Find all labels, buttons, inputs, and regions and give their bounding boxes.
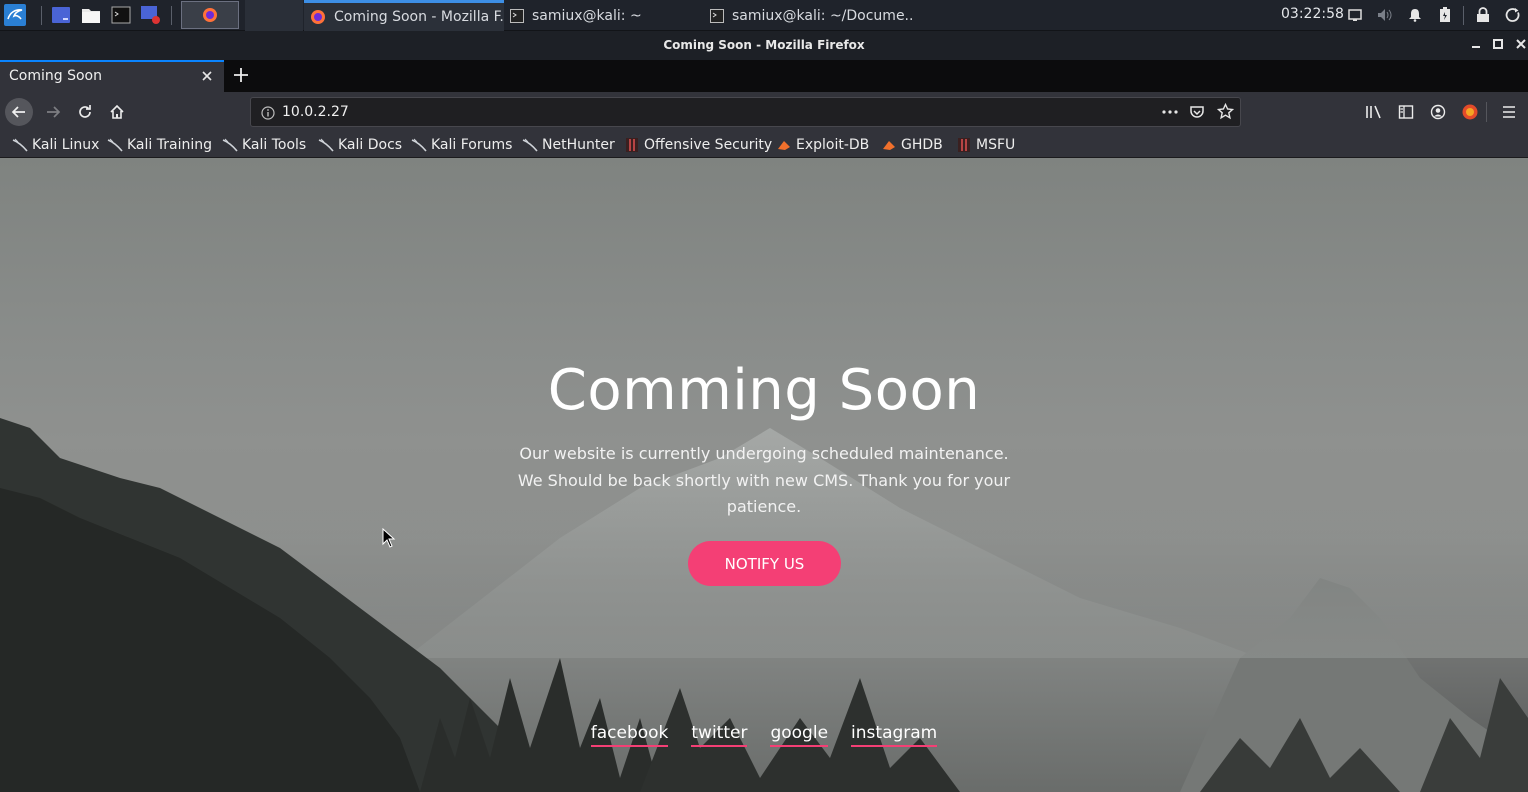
- terminal-icon: [710, 8, 724, 23]
- bookmark-ghdb[interactable]: GHDB: [881, 135, 943, 155]
- twitter-link[interactable]: twitter: [691, 723, 748, 747]
- tab-label: Coming Soon: [9, 68, 102, 84]
- toolbar-separator: [1486, 102, 1487, 122]
- bookmark-label: Offensive Security: [644, 137, 773, 153]
- url-text[interactable]: 10.0.2.27: [282, 104, 349, 120]
- power-icon[interactable]: [1504, 6, 1522, 24]
- bookmark-label: Kali Tools: [242, 137, 307, 153]
- kali-dragon-icon: [12, 137, 28, 153]
- kali-dragon-icon: [522, 137, 538, 153]
- maintenance-message: Our website is currently undergoing sche…: [517, 444, 1011, 516]
- bookmark-label: Kali Training: [127, 137, 212, 153]
- bookmarks-toolbar: Kali Linux Kali Training Kali Tools Kali…: [0, 132, 1528, 158]
- instagram-link[interactable]: instagram: [851, 723, 938, 747]
- mouse-cursor-icon: [382, 528, 396, 548]
- forward-button[interactable]: [39, 98, 67, 126]
- page-title: Comming Soon: [547, 358, 981, 423]
- kali-dragon-icon: [318, 137, 334, 153]
- panel-separator: [1463, 6, 1464, 25]
- minimize-button[interactable]: [1469, 37, 1483, 51]
- kali-dragon-icon: [107, 137, 123, 153]
- battery-icon[interactable]: [1436, 6, 1454, 24]
- bookmark-label: MSFU: [976, 137, 1016, 153]
- extension-icon[interactable]: [1456, 98, 1484, 126]
- notify-us-button[interactable]: NOTIFY US: [688, 541, 841, 586]
- kali-menu-icon[interactable]: [2, 3, 28, 27]
- panel-separator: [171, 6, 172, 25]
- google-link[interactable]: google: [770, 723, 829, 747]
- taskbar-item-terminal[interactable]: samiux@kali: ~: [504, 0, 704, 31]
- offsec-icon: [624, 137, 640, 153]
- taskbar-item-firefox[interactable]: Coming Soon - Mozilla F...: [304, 0, 504, 31]
- bookmark-kali-tools[interactable]: Kali Tools: [222, 135, 306, 155]
- close-window-button[interactable]: [1514, 37, 1528, 51]
- bookmark-label: GHDB: [901, 137, 943, 153]
- screen-recorder-icon[interactable]: [139, 3, 163, 27]
- exploitdb-icon: [776, 137, 792, 153]
- home-button[interactable]: [103, 98, 131, 126]
- notification-bell-icon[interactable]: [1406, 6, 1424, 24]
- window-title: Coming Soon - Mozilla Firefox: [663, 38, 865, 52]
- panel-clock[interactable]: 03:22:58: [1281, 6, 1344, 22]
- bookmark-label: Kali Forums: [431, 137, 513, 153]
- bookmark-kali-training[interactable]: Kali Training: [107, 135, 212, 155]
- kali-dragon-icon: [222, 137, 238, 153]
- exploitdb-icon: [881, 137, 897, 153]
- navigation-toolbar: 10.0.2.27: [0, 92, 1528, 132]
- page-actions-icon[interactable]: [1161, 104, 1179, 124]
- lock-screen-icon[interactable]: [1474, 6, 1492, 24]
- maximize-button[interactable]: [1491, 37, 1505, 51]
- bookmark-nethunter[interactable]: NetHunter: [522, 135, 615, 155]
- web-page: Comming Soon Our website is currently un…: [0, 158, 1528, 792]
- bookmark-label: Exploit-DB: [796, 137, 870, 153]
- facebook-link[interactable]: facebook: [590, 723, 669, 747]
- tab-coming-soon[interactable]: Coming Soon: [0, 60, 224, 92]
- library-icon[interactable]: [1360, 98, 1388, 126]
- page-info-icon[interactable]: [261, 105, 275, 124]
- taskbar-item-terminal-docs[interactable]: samiux@kali: ~/Docume...: [704, 0, 914, 31]
- url-bar[interactable]: 10.0.2.27: [250, 97, 1241, 127]
- bookmark-kali-forums[interactable]: Kali Forums: [411, 135, 512, 155]
- taskbar-item-label: samiux@kali: ~: [532, 7, 642, 24]
- desktop-panel: Coming Soon - Mozilla F... samiux@kali: …: [0, 0, 1528, 31]
- firefox-launcher-icon[interactable]: [181, 1, 239, 29]
- window-titlebar[interactable]: Coming Soon - Mozilla Firefox: [0, 31, 1528, 60]
- file-manager-icon[interactable]: [79, 3, 103, 27]
- bookmark-offensive-security[interactable]: Offensive Security: [624, 135, 772, 155]
- close-tab-icon[interactable]: [199, 68, 215, 84]
- social-links: facebook twitter google instagram: [0, 723, 1528, 747]
- firefox-icon: [310, 9, 326, 25]
- panel-separator: [41, 6, 42, 25]
- back-button[interactable]: [5, 98, 33, 126]
- bookmark-kali-linux[interactable]: Kali Linux: [12, 135, 99, 155]
- bookmark-star-icon[interactable]: [1216, 102, 1235, 124]
- display-icon[interactable]: [1346, 6, 1364, 24]
- hero-section: Comming Soon Our website is currently un…: [0, 355, 1528, 521]
- taskbar-item-label: Coming Soon - Mozilla F...: [334, 9, 504, 25]
- account-icon[interactable]: [1424, 98, 1452, 126]
- taskbar-item-label: samiux@kali: ~/Docume...: [732, 7, 914, 24]
- bookmark-label: Kali Linux: [32, 137, 100, 153]
- kali-dragon-icon: [411, 137, 427, 153]
- sidebar-toggle-icon[interactable]: [1392, 98, 1420, 126]
- terminal-icon: [510, 8, 524, 23]
- terminal-icon[interactable]: [109, 3, 133, 27]
- bookmark-label: Kali Docs: [338, 137, 403, 153]
- bookmark-label: NetHunter: [542, 137, 615, 153]
- bookmark-exploit-db[interactable]: Exploit-DB: [776, 135, 869, 155]
- offsec-icon: [956, 137, 972, 153]
- bookmark-msfu[interactable]: MSFU: [956, 135, 1015, 155]
- show-desktop-icon[interactable]: [49, 3, 73, 27]
- reload-button[interactable]: [71, 98, 99, 126]
- tab-strip: Coming Soon: [0, 60, 1528, 92]
- volume-icon[interactable]: [1376, 6, 1394, 24]
- workspace-switcher[interactable]: [245, 0, 303, 31]
- new-tab-button[interactable]: [230, 64, 252, 86]
- hamburger-menu-icon[interactable]: [1495, 98, 1523, 126]
- pocket-icon[interactable]: [1189, 104, 1205, 124]
- bookmark-kali-docs[interactable]: Kali Docs: [318, 135, 402, 155]
